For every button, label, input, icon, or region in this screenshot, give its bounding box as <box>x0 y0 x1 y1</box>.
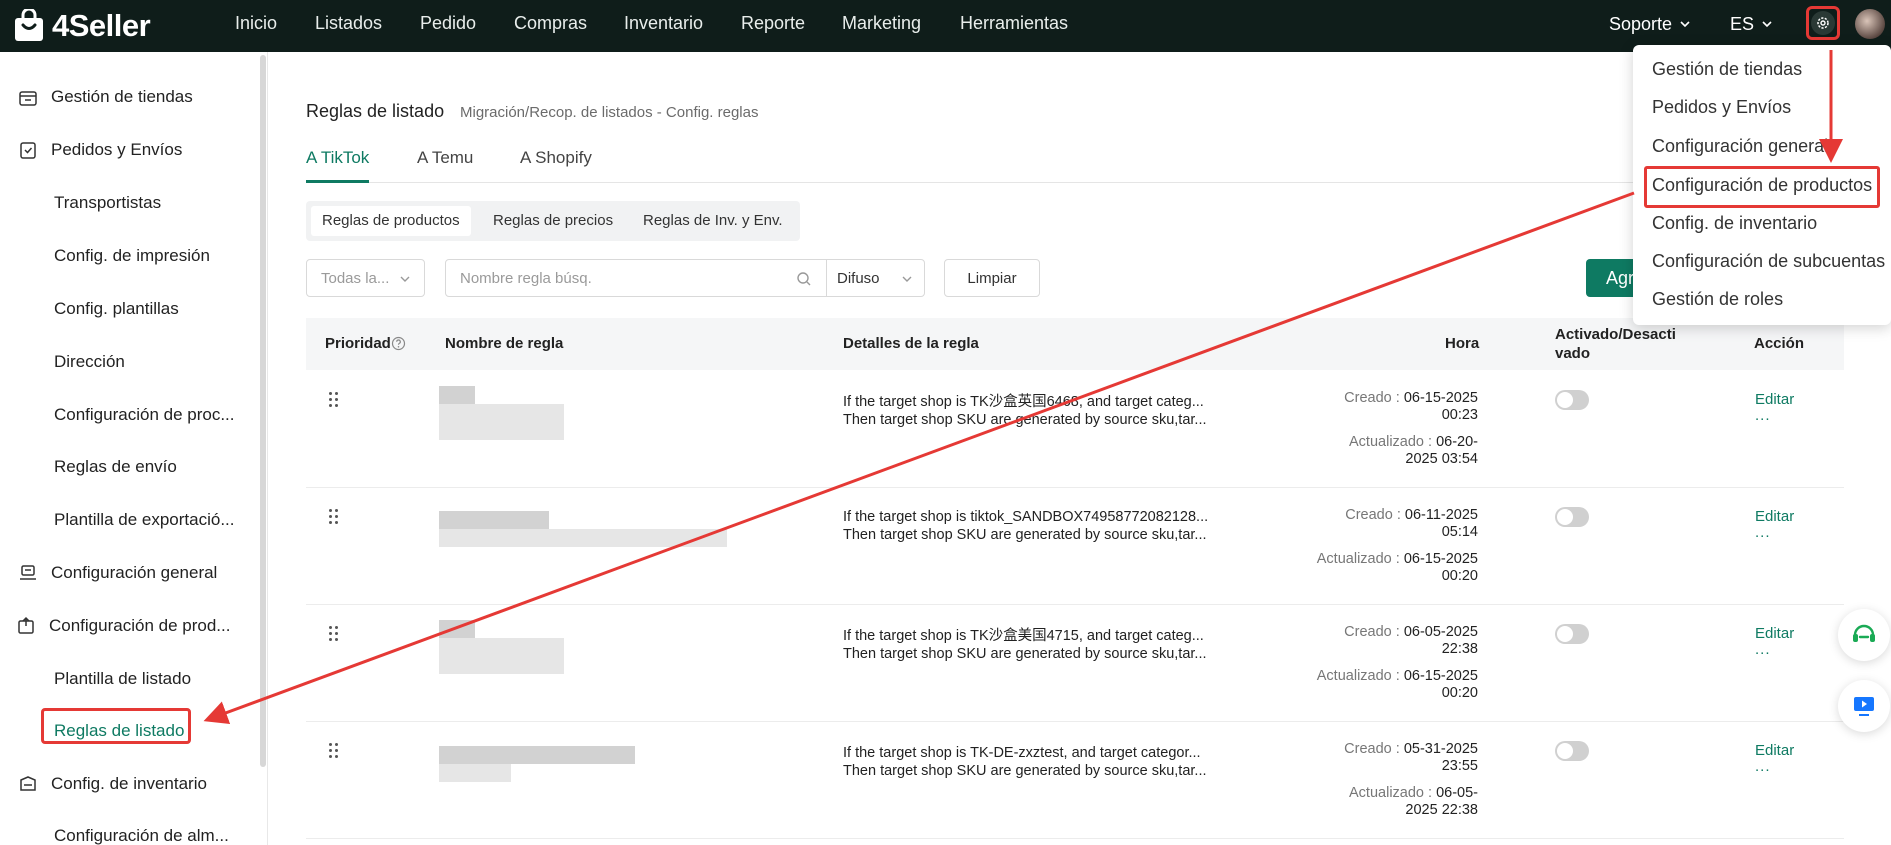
annotation-arrows <box>203 50 1843 725</box>
app-window: 4Seller Inicio Listados Pedido Compras I… <box>0 0 1891 845</box>
arrow-menu-to-sidebar <box>203 191 1635 725</box>
